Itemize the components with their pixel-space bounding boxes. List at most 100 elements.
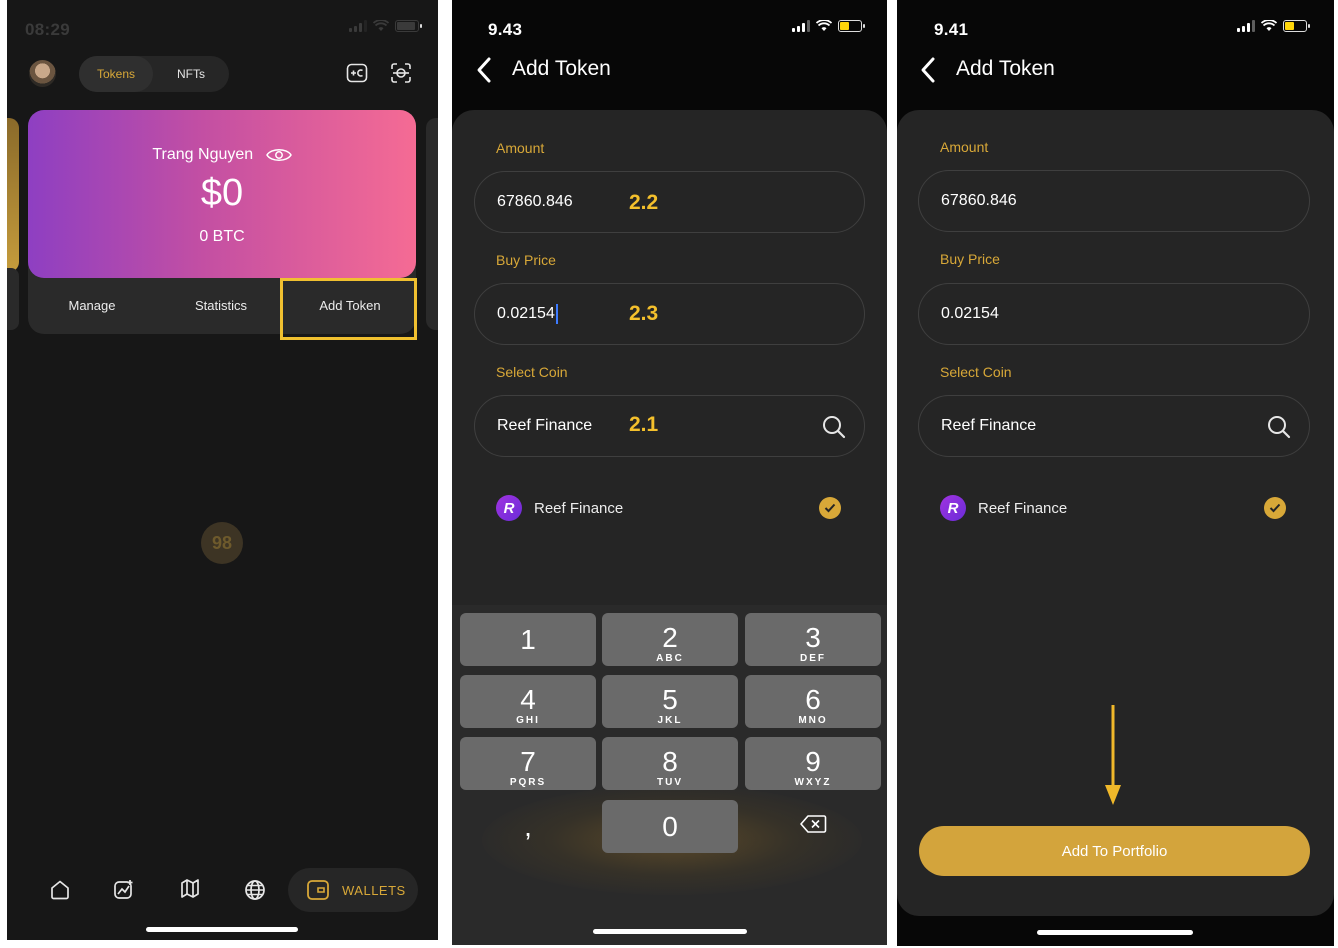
key-9-letters: WXYZ xyxy=(794,777,832,788)
buy-price-input[interactable]: 0.02154 xyxy=(474,283,865,345)
key-3-letters: DEF xyxy=(800,653,826,664)
add-wallet-icon[interactable] xyxy=(346,62,368,84)
key-backspace[interactable] xyxy=(745,800,881,853)
key-3-digit: 3 xyxy=(805,622,821,653)
key-4-digit: 4 xyxy=(520,684,536,715)
battery-icon xyxy=(1283,20,1310,32)
buy-price-value: 0.02154 xyxy=(497,305,555,322)
amount-input[interactable]: 67860.846 xyxy=(918,170,1310,232)
key-2[interactable]: 2 ABC xyxy=(602,613,738,666)
key-7[interactable]: 7 PQRS xyxy=(460,737,596,790)
coin-result-row[interactable]: R Reef Finance xyxy=(940,493,1067,523)
key-0-digit: 0 xyxy=(662,811,678,842)
tab-tokens[interactable]: Tokens xyxy=(79,56,153,92)
select-coin-value: Reef Finance xyxy=(941,417,1037,434)
bottom-nav: WALLETS xyxy=(7,866,438,916)
key-8[interactable]: 8 TUV xyxy=(602,737,738,790)
app-logo: 98 xyxy=(201,522,243,564)
battery-icon xyxy=(395,20,422,32)
key-comma-digit: , xyxy=(524,811,532,842)
market-icon[interactable] xyxy=(112,878,136,902)
key-1[interactable]: 1 xyxy=(460,613,596,666)
buy-price-input[interactable]: 0.02154 xyxy=(918,283,1310,345)
step-annotation-2-1: 2.1 xyxy=(629,413,659,436)
eye-icon[interactable] xyxy=(265,147,292,163)
back-chevron-icon[interactable] xyxy=(476,56,492,84)
signal-icon xyxy=(792,20,810,32)
status-icons xyxy=(1237,20,1310,32)
nav-wallets[interactable]: WALLETS xyxy=(288,868,418,912)
wallet-icon xyxy=(307,880,329,900)
add-token-keyboard-screen: 9.43 Add Token Amount 67860.846 2.2 Buy … xyxy=(452,0,887,945)
signal-icon xyxy=(349,20,367,32)
back-chevron-icon[interactable] xyxy=(920,56,936,84)
home-indicator xyxy=(146,927,298,932)
key-4-letters: GHI xyxy=(516,715,540,726)
amount-input[interactable]: 67860.846 xyxy=(474,171,865,233)
wallet-btc-balance: 0 BTC xyxy=(199,228,245,245)
backspace-icon xyxy=(800,815,827,833)
key-6-digit: 6 xyxy=(805,684,821,715)
key-6[interactable]: 6 MNO xyxy=(745,675,881,728)
scan-icon[interactable] xyxy=(390,62,412,84)
screenshot-composite: 08:29 Tokens NFTs Trang Nguyen $0 0 BTC … xyxy=(0,0,1338,948)
nav-wallets-label: WALLETS xyxy=(342,882,406,898)
coin-result-row[interactable]: R Reef Finance xyxy=(496,493,623,523)
wallet-card[interactable]: Trang Nguyen $0 0 BTC xyxy=(28,110,416,278)
key-8-letters: TUV xyxy=(657,777,683,788)
key-4[interactable]: 4 GHI xyxy=(460,675,596,728)
wallet-owner-name: Trang Nguyen xyxy=(152,146,254,163)
next-wallet-card[interactable] xyxy=(426,118,438,330)
home-indicator xyxy=(1037,930,1193,935)
wallet-balance: $0 xyxy=(200,172,244,214)
select-coin-input[interactable]: Reef Finance xyxy=(918,395,1310,457)
reef-finance-icon: R xyxy=(496,495,522,521)
check-icon xyxy=(819,497,841,519)
key-9-digit: 9 xyxy=(805,746,821,777)
select-coin-input[interactable]: Reef Finance xyxy=(474,395,865,457)
key-5-letters: JKL xyxy=(657,715,683,726)
statistics-button[interactable]: Statistics xyxy=(161,298,281,313)
avatar[interactable] xyxy=(29,60,56,87)
key-3[interactable]: 3 DEF xyxy=(745,613,881,666)
key-7-digit: 7 xyxy=(520,746,536,777)
key-1-digit: 1 xyxy=(520,624,536,655)
key-2-digit: 2 xyxy=(662,622,678,653)
key-8-digit: 8 xyxy=(662,746,678,777)
globe-icon[interactable] xyxy=(243,878,267,902)
select-coin-value: Reef Finance xyxy=(497,417,593,434)
key-0[interactable]: 0 xyxy=(602,800,738,853)
add-token-highlight xyxy=(280,278,417,340)
signal-icon xyxy=(1237,20,1255,32)
wallet-screen: 08:29 Tokens NFTs Trang Nguyen $0 0 BTC … xyxy=(7,0,438,940)
key-5[interactable]: 5 JKL xyxy=(602,675,738,728)
wallet-owner-row: Trang Nguyen xyxy=(28,146,416,164)
wifi-icon xyxy=(373,20,389,31)
amount-label: Amount xyxy=(940,139,989,155)
manage-button[interactable]: Manage xyxy=(32,298,152,313)
amount-label: Amount xyxy=(496,140,545,156)
key-comma[interactable]: , xyxy=(460,800,596,853)
page-title: Add Token xyxy=(512,57,611,80)
coin-result-name: Reef Finance xyxy=(978,499,1068,517)
home-icon[interactable] xyxy=(48,878,72,902)
key-5-digit: 5 xyxy=(662,684,678,715)
wifi-icon xyxy=(1261,20,1277,31)
step-annotation-2-3: 2.3 xyxy=(629,302,659,325)
key-9[interactable]: 9 WXYZ xyxy=(745,737,881,790)
add-to-portfolio-button[interactable]: Add To Portfolio xyxy=(919,826,1310,876)
select-coin-label: Select Coin xyxy=(940,364,1012,380)
explore-icon[interactable] xyxy=(178,878,202,902)
status-time: 08:29 xyxy=(25,20,70,39)
search-icon[interactable] xyxy=(821,414,847,440)
key-7-letters: PQRS xyxy=(509,777,547,788)
numeric-keypad: 1 2 ABC 3 DEF 4 GHI 5 JKL 6 MNO 7 PQRS 8 TUV 9W… xyxy=(452,605,887,945)
status-time: 9.41 xyxy=(934,20,969,39)
status-time: 9.43 xyxy=(488,20,523,39)
prev-wallet-card[interactable] xyxy=(7,118,19,272)
tab-nfts[interactable]: NFTs xyxy=(159,56,223,92)
coin-result-name: Reef Finance xyxy=(534,499,624,517)
search-icon[interactable] xyxy=(1266,414,1292,440)
buy-price-label: Buy Price xyxy=(496,252,556,268)
battery-icon xyxy=(838,20,865,32)
